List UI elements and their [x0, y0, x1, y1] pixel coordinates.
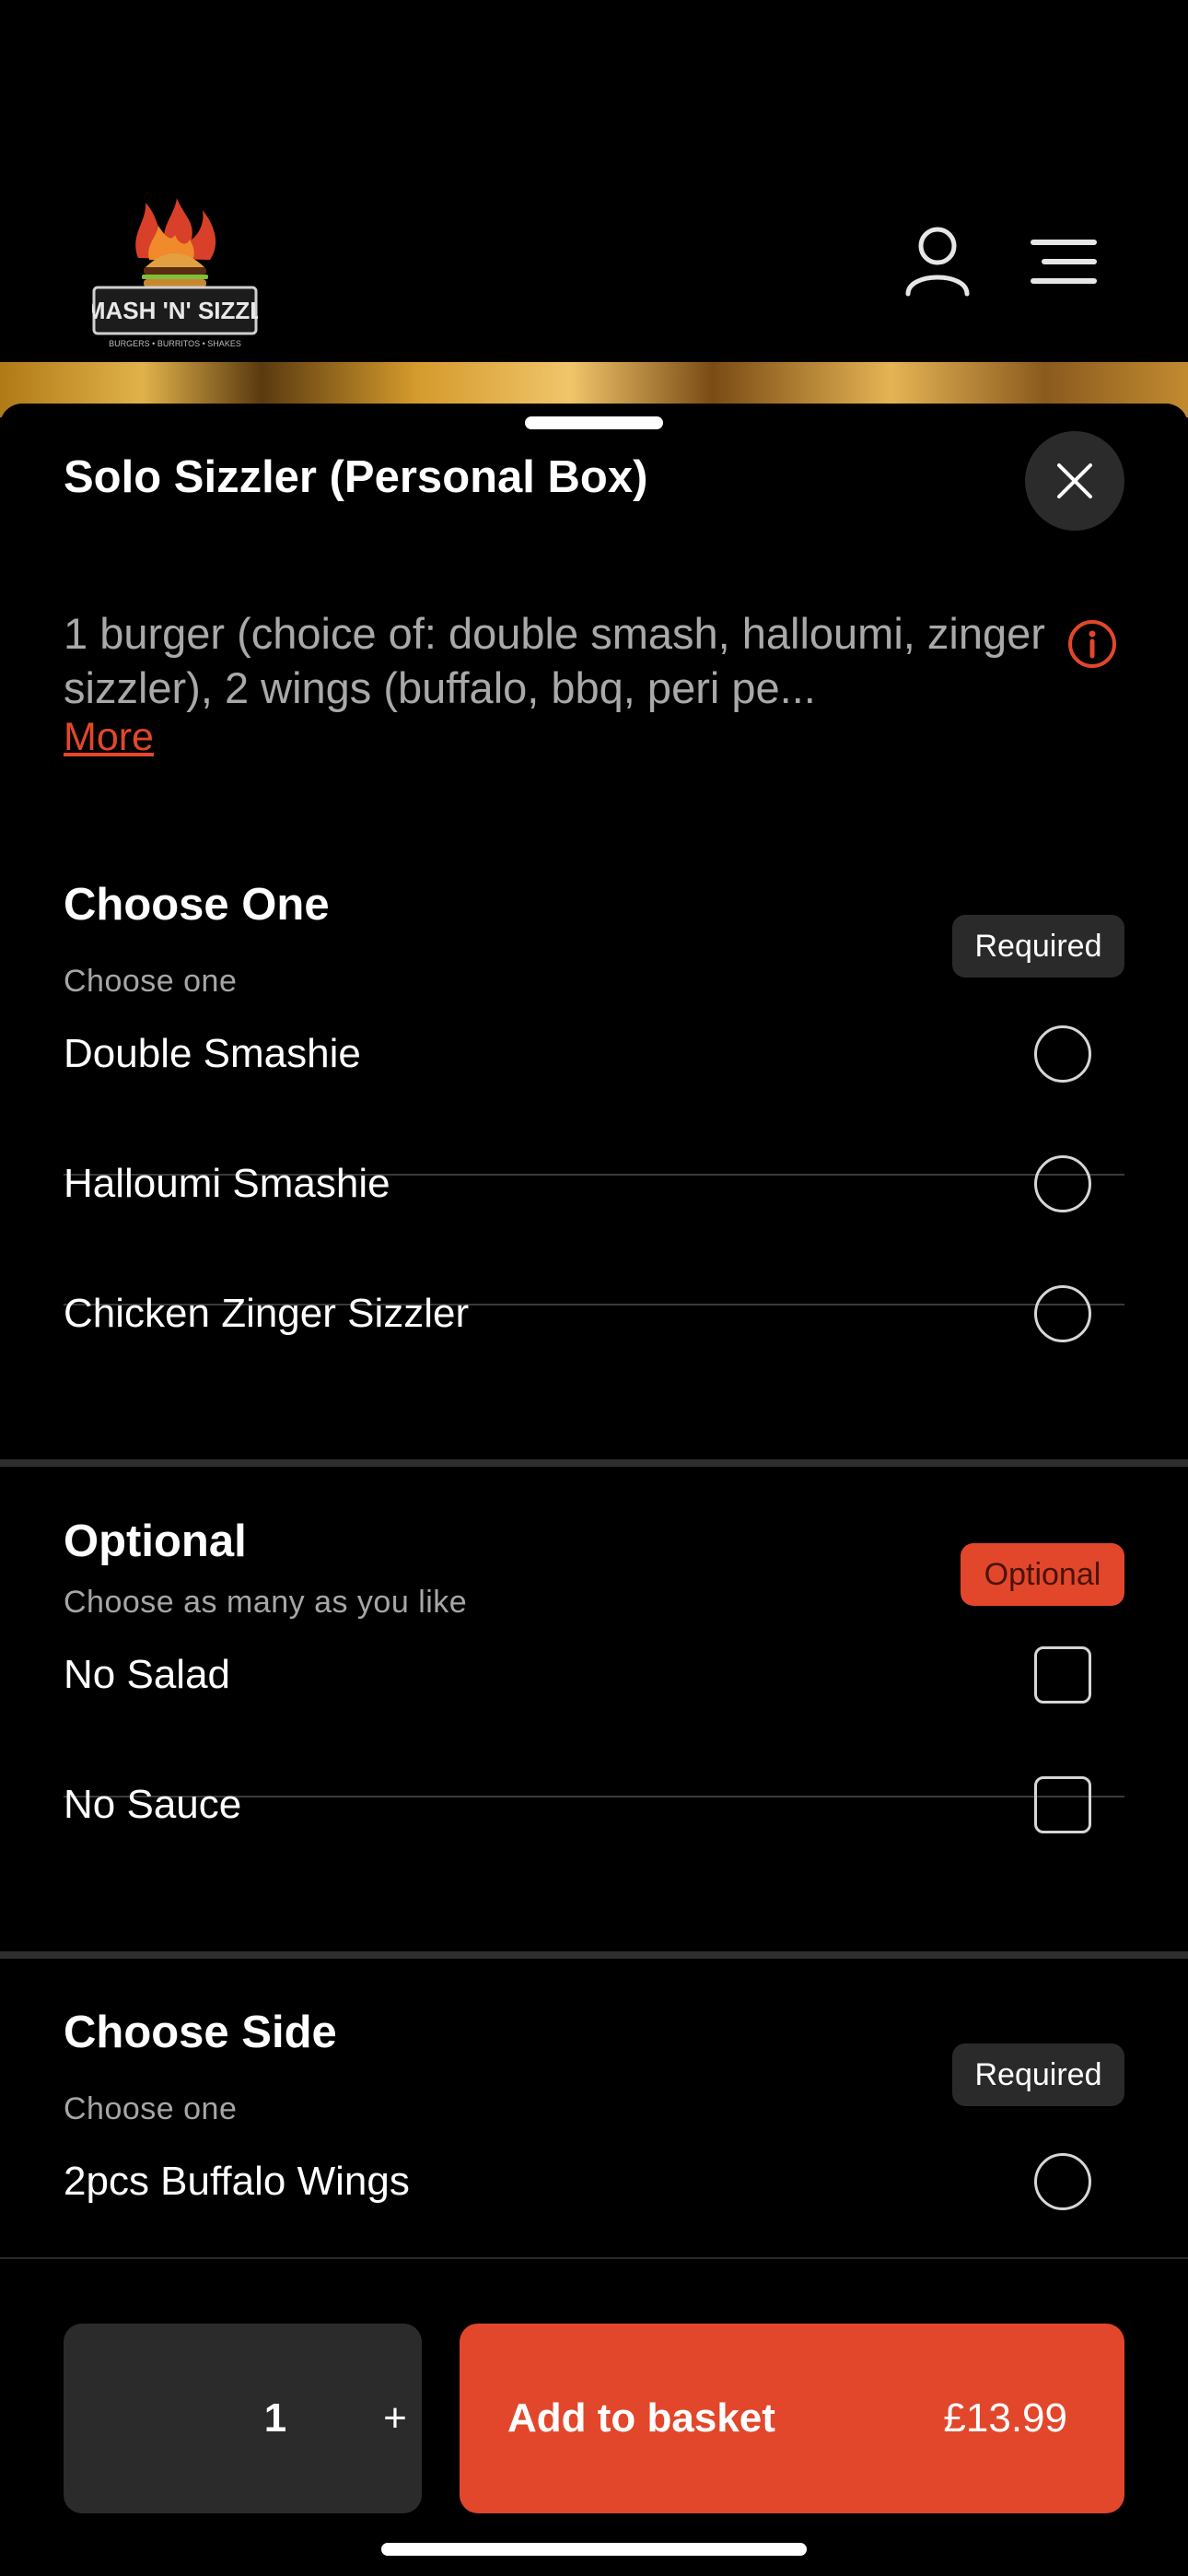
add-to-basket-label: Add to basket	[507, 2395, 775, 2441]
info-icon[interactable]	[1067, 619, 1117, 669]
hamburger-menu-icon[interactable]	[1030, 238, 1098, 286]
option-chicken-zinger-sizzler[interactable]: Chicken Zinger Sizzler	[64, 1249, 1124, 1378]
checkbox[interactable]	[1034, 1776, 1091, 1833]
option-halloumi-smashie[interactable]: Halloumi Smashie	[64, 1119, 1124, 1248]
required-badge: Required	[952, 2043, 1124, 2106]
option-label: Halloumi Smashie	[64, 1161, 390, 1206]
section-separator	[0, 1459, 1188, 1467]
price-label: £13.99	[943, 2395, 1067, 2441]
close-button[interactable]	[1025, 431, 1124, 531]
more-link[interactable]: More	[64, 715, 154, 760]
option-label: 2pcs Buffalo Wings	[64, 2159, 410, 2204]
checkbox[interactable]	[1034, 1646, 1091, 1704]
close-icon	[1057, 463, 1092, 498]
radio-button[interactable]	[1034, 1285, 1091, 1342]
brand-logo[interactable]: SMASH 'N' SIZZLE BURGERS • BURRITOS • SH…	[92, 193, 258, 348]
option-label: Chicken Zinger Sizzler	[64, 1291, 470, 1336]
logo-tagline: BURGERS • BURRITOS • SHAKES	[109, 339, 241, 348]
option-label: Double Smashie	[64, 1031, 361, 1076]
product-description: 1 burger (choice of: double smash, hallo…	[64, 609, 1045, 712]
quantity-stepper[interactable]: 1 +	[64, 2324, 422, 2513]
required-badge: Required	[952, 915, 1124, 978]
option-label: No Sauce	[64, 1782, 242, 1827]
section-title-optional: Optional	[64, 1516, 247, 1566]
option-label: No Salad	[64, 1652, 231, 1697]
radio-button[interactable]	[1034, 1025, 1091, 1083]
quantity-value: 1	[263, 2395, 287, 2441]
radio-button[interactable]	[1034, 2153, 1091, 2210]
increment-button[interactable]: +	[383, 2324, 407, 2513]
app-header: SMASH 'N' SIZZLE BURGERS • BURRITOS • SH…	[0, 0, 1188, 417]
section-title-choose-one: Choose One	[64, 880, 330, 930]
option-no-sauce[interactable]: No Sauce	[64, 1740, 1124, 1869]
section-separator	[0, 1951, 1188, 1959]
section-title-choose-side: Choose Side	[64, 2008, 337, 2057]
sheet-grabber[interactable]	[525, 416, 663, 429]
logo-wordmark: SMASH 'N' SIZZLE	[92, 297, 258, 324]
option-2pcs-buffalo-wings[interactable]: 2pcs Buffalo Wings	[64, 2117, 1124, 2246]
option-double-smashie[interactable]: Double Smashie	[64, 989, 1124, 1118]
account-icon[interactable]	[901, 224, 974, 298]
optional-badge: Optional	[961, 1543, 1124, 1606]
home-indicator[interactable]	[381, 2543, 807, 2556]
product-title: Solo Sizzler (Personal Box)	[64, 452, 648, 502]
add-to-basket-button[interactable]: Add to basket £13.99	[460, 2324, 1124, 2513]
radio-button[interactable]	[1034, 1155, 1091, 1212]
bottom-action-bar: 1 + Add to basket £13.99	[0, 2257, 1188, 2576]
option-no-salad[interactable]: No Salad	[64, 1610, 1124, 1739]
product-sheet: Solo Sizzler (Personal Box) 1 burger (ch…	[0, 404, 1188, 2576]
